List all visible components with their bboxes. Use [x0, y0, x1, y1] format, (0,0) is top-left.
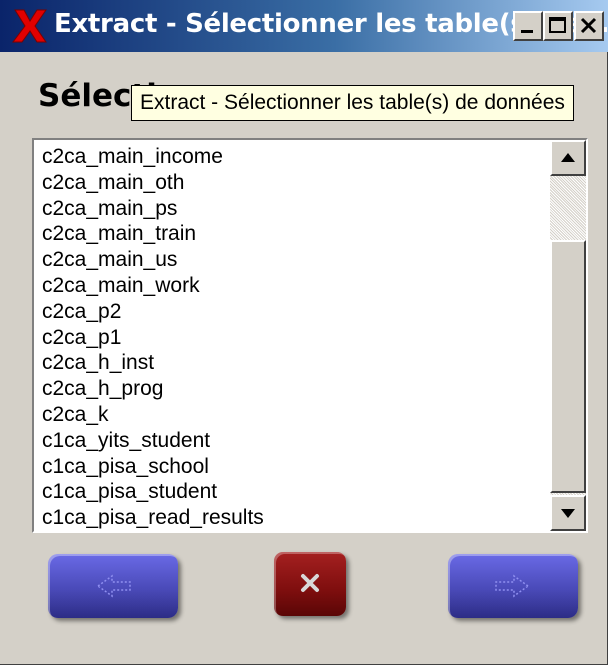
- list-item[interactable]: c2ca_k: [42, 402, 536, 428]
- list-item[interactable]: c2ca_h_prog: [42, 376, 536, 402]
- scroll-down-button[interactable]: [550, 495, 586, 531]
- list-item[interactable]: c1ca_pisa_read_results: [42, 505, 536, 531]
- list-item[interactable]: c1ca_pisa_student: [42, 479, 536, 505]
- list-item[interactable]: c2ca_main_work: [42, 273, 536, 299]
- list-item[interactable]: c2ca_main_income: [42, 144, 536, 170]
- list-item[interactable]: c2ca_main_oth: [42, 170, 536, 196]
- scroll-thumb[interactable]: [550, 240, 586, 493]
- triangle-up-icon: [561, 153, 575, 162]
- close-icon: [301, 574, 319, 592]
- triangle-down-icon: [561, 509, 575, 518]
- vertical-scrollbar[interactable]: [550, 140, 586, 531]
- next-button[interactable]: [448, 554, 578, 618]
- maximize-button[interactable]: [543, 11, 573, 41]
- minimize-button[interactable]: [513, 11, 543, 41]
- table-list: c2ca_main_income c2ca_main_oth c2ca_main_p…: [42, 144, 536, 531]
- close-window-button[interactable]: [574, 11, 604, 41]
- list-item[interactable]: c2ca_main_us: [42, 247, 536, 273]
- arrow-left-icon: [96, 574, 131, 598]
- list-item[interactable]: c1ca_yits_student: [42, 428, 536, 454]
- red-x-icon: [12, 9, 47, 43]
- maximize-icon: [549, 17, 566, 33]
- close-icon: [580, 17, 597, 34]
- back-button[interactable]: [48, 554, 178, 618]
- dialog-window: Extract - Sélectionner les table(s) de .…: [0, 0, 608, 665]
- scroll-up-button[interactable]: [550, 140, 586, 176]
- list-item[interactable]: c1ca_pisa_school: [42, 454, 536, 480]
- title-bar[interactable]: Extract - Sélectionner les table(s) de .…: [0, 0, 608, 52]
- list-item[interactable]: c2ca_main_train: [42, 221, 536, 247]
- arrow-right-icon: [495, 574, 530, 598]
- list-item[interactable]: c2ca_p1: [42, 325, 536, 351]
- list-item[interactable]: c2ca_main_ps: [42, 196, 536, 222]
- title-tooltip: Extract - Sélectionner les table(s) de d…: [131, 85, 574, 121]
- table-listbox[interactable]: c2ca_main_income c2ca_main_oth c2ca_main_p…: [32, 138, 588, 533]
- list-item[interactable]: c2ca_h_inst: [42, 350, 536, 376]
- list-item[interactable]: c2ca_p2: [42, 299, 536, 325]
- cancel-button[interactable]: [274, 552, 346, 616]
- minimize-icon: [521, 30, 533, 33]
